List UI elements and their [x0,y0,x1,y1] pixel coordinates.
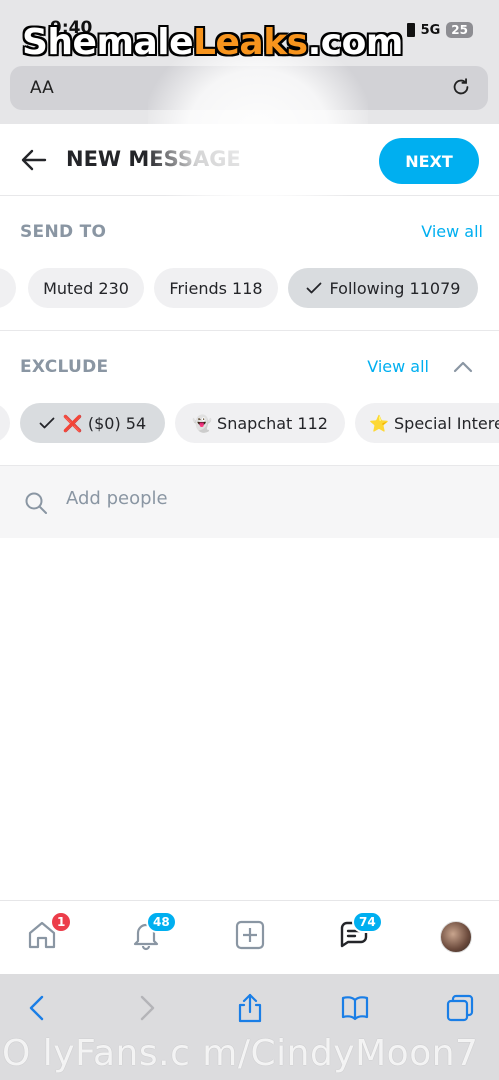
address-bar[interactable]: AA [10,66,488,110]
send-to-section: SEND TO View all Muted 230 Friends 118 F… [0,196,499,331]
search-icon [25,492,47,514]
profile-avatar[interactable] [440,921,472,953]
exclude-section: EXCLUDE View all ❌ ($0) 54 👻 Snapchat 11… [0,331,499,466]
reload-icon[interactable] [450,76,472,98]
notifications-badge: 48 [146,911,177,933]
browser-bottom-toolbar: O lyFans.c m/CindyMoon7 [0,974,499,1080]
home-badge: 1 [50,911,73,933]
check-icon [306,282,321,294]
tabs-icon[interactable] [444,992,476,1024]
forward-icon[interactable] [130,992,162,1024]
bottom-nav: 1 48 74 [0,900,499,974]
chip-zero-dollar[interactable]: ❌ ($0) 54 [20,403,165,443]
plus-square-icon [235,920,265,950]
status-icons: 5G 25 [406,22,473,38]
nav-notifications[interactable]: 48 [130,911,177,955]
chip-special-interest[interactable]: ⭐ Special Interest [355,403,499,443]
exclude-view-all-link[interactable]: View all [367,357,429,376]
nav-home[interactable]: 1 [26,911,73,955]
share-icon[interactable] [234,992,266,1024]
check-icon [39,417,55,429]
exclude-chip-partial[interactable] [0,403,10,443]
chip-friends[interactable]: Friends 118 [154,268,278,308]
send-to-chip-list: Muted 230 Friends 118 Following 11079 [0,268,499,310]
add-people-input[interactable] [66,488,466,509]
next-button[interactable]: NEXT [379,138,479,184]
signal-icon [406,23,415,37]
new-message-page: NEW MESSAGE NEXT SEND TO View all Muted … [0,124,499,538]
battery-indicator: 25 [446,22,473,38]
back-arrow-icon[interactable] [20,148,48,172]
chevron-up-icon[interactable] [453,361,473,373]
send-to-view-all-link[interactable]: View all [421,222,483,241]
chip-following[interactable]: Following 11079 [288,268,478,308]
chip-snapchat[interactable]: 👻 Snapchat 112 [175,403,345,443]
watermark-logo: ShemaleLeaks.com [22,22,403,63]
text-size-button[interactable]: AA [30,78,54,98]
page-title: NEW MESSAGE [66,147,241,171]
nav-messages[interactable]: 74 [338,911,383,955]
page-header: NEW MESSAGE NEXT [0,124,499,196]
exclude-label: EXCLUDE [20,357,109,377]
send-to-chip-partial[interactable] [0,268,16,308]
footer-watermark: O lyFans.c m/CindyMoon7 [2,1033,479,1074]
nav-add-post[interactable] [234,919,270,955]
network-type: 5G [420,22,441,38]
send-to-label: SEND TO [20,222,107,242]
bookmarks-icon[interactable] [339,992,371,1024]
chip-muted[interactable]: Muted 230 [28,268,144,308]
messages-badge: 74 [352,911,383,933]
exclude-chip-list: ❌ ($0) 54 👻 Snapchat 112 ⭐ Special Inter… [0,403,499,445]
add-people-row [0,466,499,538]
back-icon[interactable] [22,992,54,1024]
